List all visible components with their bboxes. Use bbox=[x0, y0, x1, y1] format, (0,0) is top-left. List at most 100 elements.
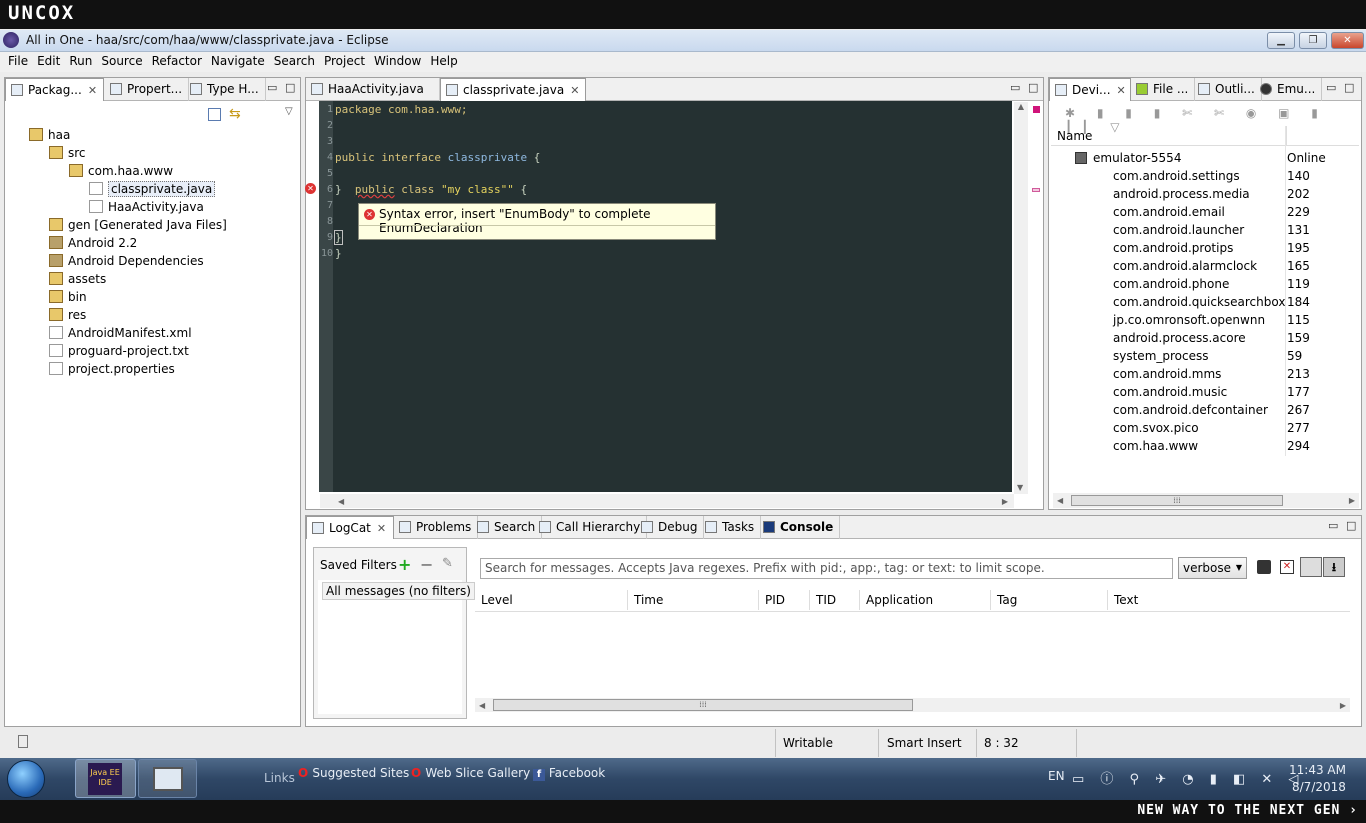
column-pid[interactable]: PID bbox=[759, 590, 810, 610]
maximize-button[interactable]: ❐ bbox=[1299, 32, 1327, 49]
process-row[interactable]: com.svox.pico 277 bbox=[1051, 419, 1351, 437]
close-icon[interactable]: ✕ bbox=[88, 84, 97, 97]
tab-haaactivity[interactable]: HaaActivity.java bbox=[306, 78, 440, 101]
process-row[interactable]: com.android.music 177 bbox=[1051, 383, 1351, 401]
horizontal-scrollbar[interactable]: ◀ ▶ bbox=[320, 494, 1014, 508]
process-row[interactable]: com.android.phone 119 bbox=[1051, 275, 1351, 293]
taskbar-app-window[interactable] bbox=[138, 759, 197, 798]
maximize-icon[interactable]: □ bbox=[285, 81, 295, 94]
menu-help[interactable]: Help bbox=[426, 52, 461, 68]
scroll-thumb[interactable]: ⁞⁞⁞ bbox=[1071, 495, 1283, 506]
remove-filter-icon[interactable]: − bbox=[420, 555, 433, 574]
tray-icons[interactable]: ▭ ⓘ ⚲ ✈ ◔ ▮ ◧ ✕ ◁ bbox=[1072, 768, 1304, 787]
process-row[interactable]: com.android.settings 140 bbox=[1051, 167, 1351, 185]
tab-properties[interactable]: Propert... bbox=[105, 78, 190, 101]
tab-file-explorer[interactable]: File ... bbox=[1131, 78, 1196, 101]
close-button[interactable]: ✕ bbox=[1331, 32, 1364, 49]
clock-date[interactable]: 8/7/2018 bbox=[1292, 780, 1346, 794]
process-row[interactable]: com.haa.www 294 bbox=[1051, 437, 1351, 455]
menu-refactor[interactable]: Refactor bbox=[148, 52, 206, 68]
column-tid[interactable]: TID bbox=[810, 590, 860, 610]
menu-project[interactable]: Project bbox=[320, 52, 369, 68]
menu-run[interactable]: Run bbox=[65, 52, 96, 68]
logcat-search-input[interactable]: Search for messages. Accepts Java regexe… bbox=[480, 558, 1173, 579]
menu-file[interactable]: File bbox=[4, 52, 32, 68]
process-row[interactable]: system_process 59 bbox=[1051, 347, 1351, 365]
tree-deps[interactable]: Android Dependencies bbox=[49, 252, 204, 270]
tab-type-hierarchy[interactable]: Type H... bbox=[185, 78, 266, 101]
filter-all-messages[interactable]: All messages (no filters) bbox=[322, 582, 475, 600]
save-log-icon[interactable] bbox=[1257, 560, 1271, 574]
fast-view-icon[interactable] bbox=[18, 735, 28, 748]
process-row[interactable]: com.android.launcher 131 bbox=[1051, 221, 1351, 239]
maximize-icon[interactable]: □ bbox=[1346, 519, 1356, 532]
tree-file-classprivate[interactable]: classprivate.java bbox=[89, 180, 216, 198]
menu-search[interactable]: Search bbox=[270, 52, 319, 68]
column-application[interactable]: Application bbox=[860, 590, 991, 610]
maximize-icon[interactable]: □ bbox=[1028, 81, 1038, 94]
language-indicator[interactable]: EN bbox=[1048, 769, 1065, 783]
horizontal-scrollbar[interactable]: ◀ ⁞⁞⁞ ▶ bbox=[475, 698, 1350, 712]
view-menu-icon[interactable]: ▽ bbox=[285, 106, 293, 117]
column-tag[interactable]: Tag bbox=[991, 590, 1108, 610]
menu-source[interactable]: Source bbox=[97, 52, 146, 68]
process-row[interactable]: com.android.defcontainer 267 bbox=[1051, 401, 1351, 419]
add-filter-icon[interactable]: + bbox=[398, 555, 411, 574]
tab-logcat[interactable]: LogCat ✕ bbox=[306, 516, 394, 539]
vertical-scrollbar[interactable]: ▲ ▼ bbox=[1014, 102, 1028, 494]
tree-properties[interactable]: project.properties bbox=[49, 360, 175, 378]
column-text[interactable]: Text bbox=[1108, 590, 1350, 610]
tab-devices[interactable]: Devi... ✕ bbox=[1049, 78, 1131, 101]
tab-package-explorer[interactable]: Packag... ✕ bbox=[5, 78, 105, 101]
log-level-select[interactable]: verbose ▼ bbox=[1178, 557, 1247, 579]
tree-proguard[interactable]: proguard-project.txt bbox=[49, 342, 189, 360]
link-editor-icon[interactable]: ⇆ bbox=[229, 106, 241, 122]
tab-search[interactable]: Search bbox=[472, 516, 543, 539]
code-editor[interactable]: 1 2 3 4 5 6 7 8 9 10 ✕ package com.haa.w… bbox=[305, 101, 1012, 492]
tree-bin[interactable]: bin bbox=[49, 288, 87, 306]
tab-problems[interactable]: Problems bbox=[394, 516, 479, 539]
clear-log-icon[interactable]: ✕ bbox=[1280, 560, 1294, 574]
start-button[interactable] bbox=[7, 760, 45, 798]
minimize-button[interactable]: ▁ bbox=[1267, 32, 1295, 49]
tree-res[interactable]: res bbox=[49, 306, 86, 324]
tab-console[interactable]: Console bbox=[758, 516, 841, 539]
toggle-filters-icon[interactable] bbox=[1300, 557, 1322, 577]
menu-navigate[interactable]: Navigate bbox=[207, 52, 269, 68]
maximize-icon[interactable]: □ bbox=[1344, 81, 1354, 94]
close-icon[interactable]: ✕ bbox=[377, 522, 386, 535]
edit-filter-icon[interactable]: ✎ bbox=[442, 556, 453, 571]
close-icon[interactable]: ✕ bbox=[1117, 84, 1126, 97]
close-icon[interactable]: ✕ bbox=[570, 84, 579, 97]
scroll-thumb[interactable]: ⁞⁞⁞ bbox=[493, 699, 913, 711]
device-row[interactable]: emulator-5554 Online bbox=[1051, 149, 1351, 167]
tab-emulator[interactable]: Emu... bbox=[1255, 78, 1323, 101]
column-level[interactable]: Level bbox=[475, 590, 628, 610]
column-time[interactable]: Time bbox=[628, 590, 759, 610]
overview-ruler-marker[interactable] bbox=[1032, 188, 1040, 192]
process-row[interactable]: android.process.media 202 bbox=[1051, 185, 1351, 203]
taskbar-app-eclipse[interactable]: Java EE IDE bbox=[75, 759, 136, 798]
link-web-slice-gallery[interactable]: O Web Slice Gallery bbox=[411, 766, 530, 780]
minimize-icon[interactable]: ▭ bbox=[1328, 519, 1338, 532]
tree-file-haaactivity[interactable]: HaaActivity.java bbox=[89, 198, 204, 216]
minimize-icon[interactable]: ▭ bbox=[1326, 81, 1336, 94]
minimize-icon[interactable]: ▭ bbox=[1010, 81, 1020, 94]
menu-window[interactable]: Window bbox=[370, 52, 425, 68]
process-row[interactable]: com.android.email 229 bbox=[1051, 203, 1351, 221]
process-row[interactable]: com.android.alarmclock 165 bbox=[1051, 257, 1351, 275]
minimize-icon[interactable]: ▭ bbox=[267, 81, 277, 94]
tab-call-hierarchy[interactable]: Call Hierarchy bbox=[534, 516, 648, 539]
column-name[interactable]: Name bbox=[1051, 126, 1287, 146]
link-facebook[interactable]: f Facebook bbox=[533, 766, 605, 781]
process-row[interactable]: jp.co.omronsoft.openwnn 115 bbox=[1051, 311, 1351, 329]
process-row[interactable]: com.android.mms 213 bbox=[1051, 365, 1351, 383]
scroll-lock-icon[interactable]: ⭳ bbox=[1323, 557, 1345, 577]
clock-time[interactable]: 11:43 AM bbox=[1289, 763, 1346, 777]
tree-manifest[interactable]: AndroidManifest.xml bbox=[49, 324, 192, 342]
menu-edit[interactable]: Edit bbox=[33, 52, 64, 68]
tree-package[interactable]: com.haa.www bbox=[69, 162, 173, 180]
tab-debug[interactable]: Debug bbox=[636, 516, 705, 539]
tab-outline[interactable]: Outli... bbox=[1193, 78, 1262, 101]
error-marker-icon[interactable]: ✕ bbox=[305, 183, 316, 194]
